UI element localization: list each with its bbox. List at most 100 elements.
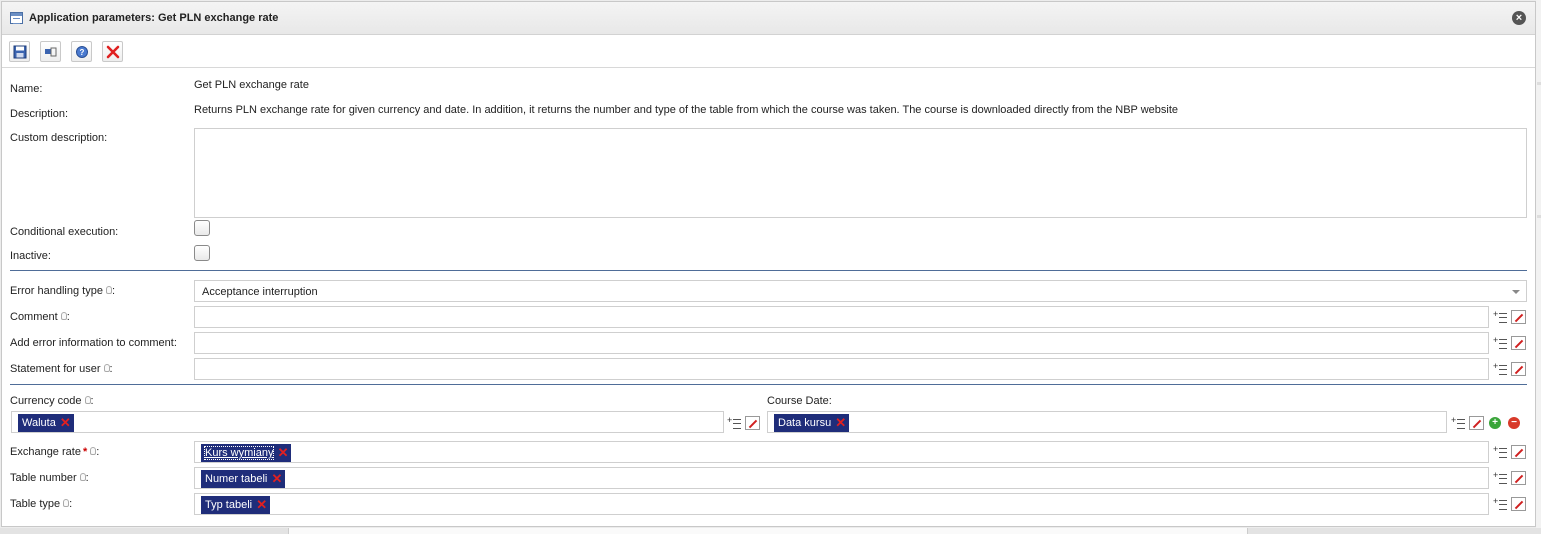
- table-type-label: Table type:: [10, 498, 72, 510]
- label-colon: :: [96, 446, 100, 458]
- background-panel: [1536, 0, 1541, 534]
- help-button[interactable]: ?: [71, 41, 92, 62]
- statement-input[interactable]: [194, 358, 1489, 380]
- exchange-rate-label-text: Exchange rate: [10, 446, 81, 458]
- currency-code-label-text: Currency code: [10, 395, 82, 407]
- name-value: Get PLN exchange rate: [194, 79, 309, 91]
- comment-input[interactable]: [194, 306, 1489, 328]
- expression-editor-icon[interactable]: [1511, 497, 1526, 511]
- expression-editor-icon[interactable]: [1511, 362, 1526, 376]
- parameters-dialog: Application parameters: Get PLN exchange…: [1, 1, 1536, 527]
- variable-tag[interactable]: Data kursu ✕: [774, 414, 850, 432]
- variable-tag[interactable]: Waluta ✕: [18, 414, 74, 432]
- remove-tag-icon[interactable]: ✕: [256, 496, 267, 514]
- exit-button[interactable]: [40, 41, 61, 62]
- help-icon: ?: [76, 46, 88, 58]
- cancel-button[interactable]: [102, 41, 123, 62]
- course-date-input[interactable]: Data kursu ✕: [767, 411, 1447, 433]
- exchange-rate-label: Exchange rate *:: [10, 446, 99, 458]
- required-marker: *: [82, 446, 88, 458]
- course-date-field-actions: [1451, 415, 1487, 432]
- error-handling-selected-value: Acceptance interruption: [202, 286, 318, 298]
- add-error-field-actions: [1493, 335, 1529, 352]
- table-number-label: Table number:: [10, 472, 89, 484]
- inactive-checkbox[interactable]: [194, 245, 210, 261]
- insert-variable-icon[interactable]: [1493, 496, 1509, 511]
- currency-code-field-actions: [727, 415, 763, 432]
- name-label: Name:: [10, 83, 43, 95]
- expression-editor-icon[interactable]: [1469, 416, 1484, 430]
- cancel-icon: [106, 45, 120, 59]
- currency-code-label: Currency code:: [10, 395, 94, 407]
- add-error-input[interactable]: [194, 332, 1489, 354]
- table-type-field-actions: [1493, 496, 1529, 513]
- table-number-field-actions: [1493, 470, 1529, 487]
- custom-description-label: Custom description:: [10, 132, 108, 144]
- label-colon: :: [66, 311, 70, 323]
- remove-tag-icon[interactable]: ✕: [278, 444, 289, 462]
- label-colon: :: [109, 363, 113, 375]
- insert-variable-icon[interactable]: [1493, 444, 1509, 459]
- expression-editor-icon[interactable]: [1511, 471, 1526, 485]
- comment-label: Comment:: [10, 311, 70, 323]
- conditional-execution-label: Conditional execution:: [10, 226, 119, 238]
- variable-tag[interactable]: Kurs wymiany ✕: [201, 444, 292, 462]
- insert-variable-icon[interactable]: [1493, 309, 1509, 324]
- comment-label-text: Comment: [10, 311, 58, 323]
- expression-editor-icon[interactable]: [1511, 445, 1526, 459]
- save-icon: [13, 45, 27, 59]
- svg-text:?: ?: [80, 48, 85, 57]
- add-error-label: Add error information to comment:: [10, 337, 177, 349]
- dialog-toolbar: ?: [2, 36, 1535, 68]
- remove-tag-icon[interactable]: ✕: [60, 414, 71, 432]
- insert-variable-icon[interactable]: [1451, 415, 1467, 430]
- remove-tag-icon[interactable]: ✕: [271, 470, 282, 488]
- error-handling-label: Error handling type:: [10, 285, 115, 297]
- save-button[interactable]: [9, 41, 30, 62]
- table-number-input[interactable]: Numer tabeli ✕: [194, 467, 1489, 489]
- close-icon[interactable]: ×: [1512, 11, 1526, 25]
- background-footer: [0, 528, 1541, 534]
- dialog-title: Application parameters: Get PLN exchange…: [29, 12, 279, 24]
- statement-label-text: Statement for user: [10, 363, 101, 375]
- variable-tag[interactable]: Numer tabeli ✕: [201, 470, 286, 488]
- insert-variable-icon[interactable]: [1493, 470, 1509, 485]
- error-handling-label-text: Error handling type: [10, 285, 103, 297]
- dialog-titlebar: Application parameters: Get PLN exchange…: [2, 2, 1535, 35]
- table-type-label-text: Table type: [10, 498, 61, 510]
- label-colon: :: [69, 498, 73, 510]
- exchange-rate-field-actions: [1493, 444, 1529, 461]
- variable-tag-text: Waluta: [22, 417, 56, 429]
- remove-row-icon[interactable]: −: [1508, 417, 1520, 429]
- conditional-execution-checkbox[interactable]: [194, 220, 210, 236]
- custom-description-textarea[interactable]: [194, 128, 1527, 218]
- currency-code-input[interactable]: Waluta ✕: [11, 411, 724, 433]
- insert-variable-icon[interactable]: [1493, 361, 1509, 376]
- add-row-icon[interactable]: +: [1489, 417, 1501, 429]
- comment-field-actions: [1493, 309, 1529, 326]
- background-mark: [1537, 215, 1541, 218]
- chevron-down-icon: [1512, 290, 1520, 294]
- window-icon: [10, 12, 23, 24]
- exchange-rate-input[interactable]: Kurs wymiany ✕: [194, 441, 1489, 463]
- variable-tag-text: Typ tabeli: [205, 499, 253, 511]
- expression-editor-icon[interactable]: [1511, 336, 1526, 350]
- remove-tag-icon[interactable]: ✕: [835, 414, 846, 432]
- expression-editor-icon[interactable]: [745, 416, 760, 430]
- error-handling-select[interactable]: Acceptance interruption: [194, 280, 1527, 302]
- statement-label: Statement for user:: [10, 363, 113, 375]
- statement-field-actions: [1493, 361, 1529, 378]
- insert-variable-icon[interactable]: [1493, 335, 1509, 350]
- label-colon: :: [85, 472, 89, 484]
- section-divider: [10, 270, 1527, 271]
- label-colon: :: [111, 285, 116, 297]
- label-colon: :: [90, 395, 94, 407]
- inactive-label: Inactive:: [10, 250, 51, 262]
- description-label: Description:: [10, 108, 69, 120]
- variable-tag[interactable]: Typ tabeli ✕: [201, 496, 271, 514]
- insert-variable-icon[interactable]: [727, 415, 743, 430]
- expression-editor-icon[interactable]: [1511, 310, 1526, 324]
- table-type-input[interactable]: Typ tabeli ✕: [194, 493, 1489, 515]
- background-footer-panel: [288, 528, 1248, 534]
- table-number-label-text: Table number: [10, 472, 77, 484]
